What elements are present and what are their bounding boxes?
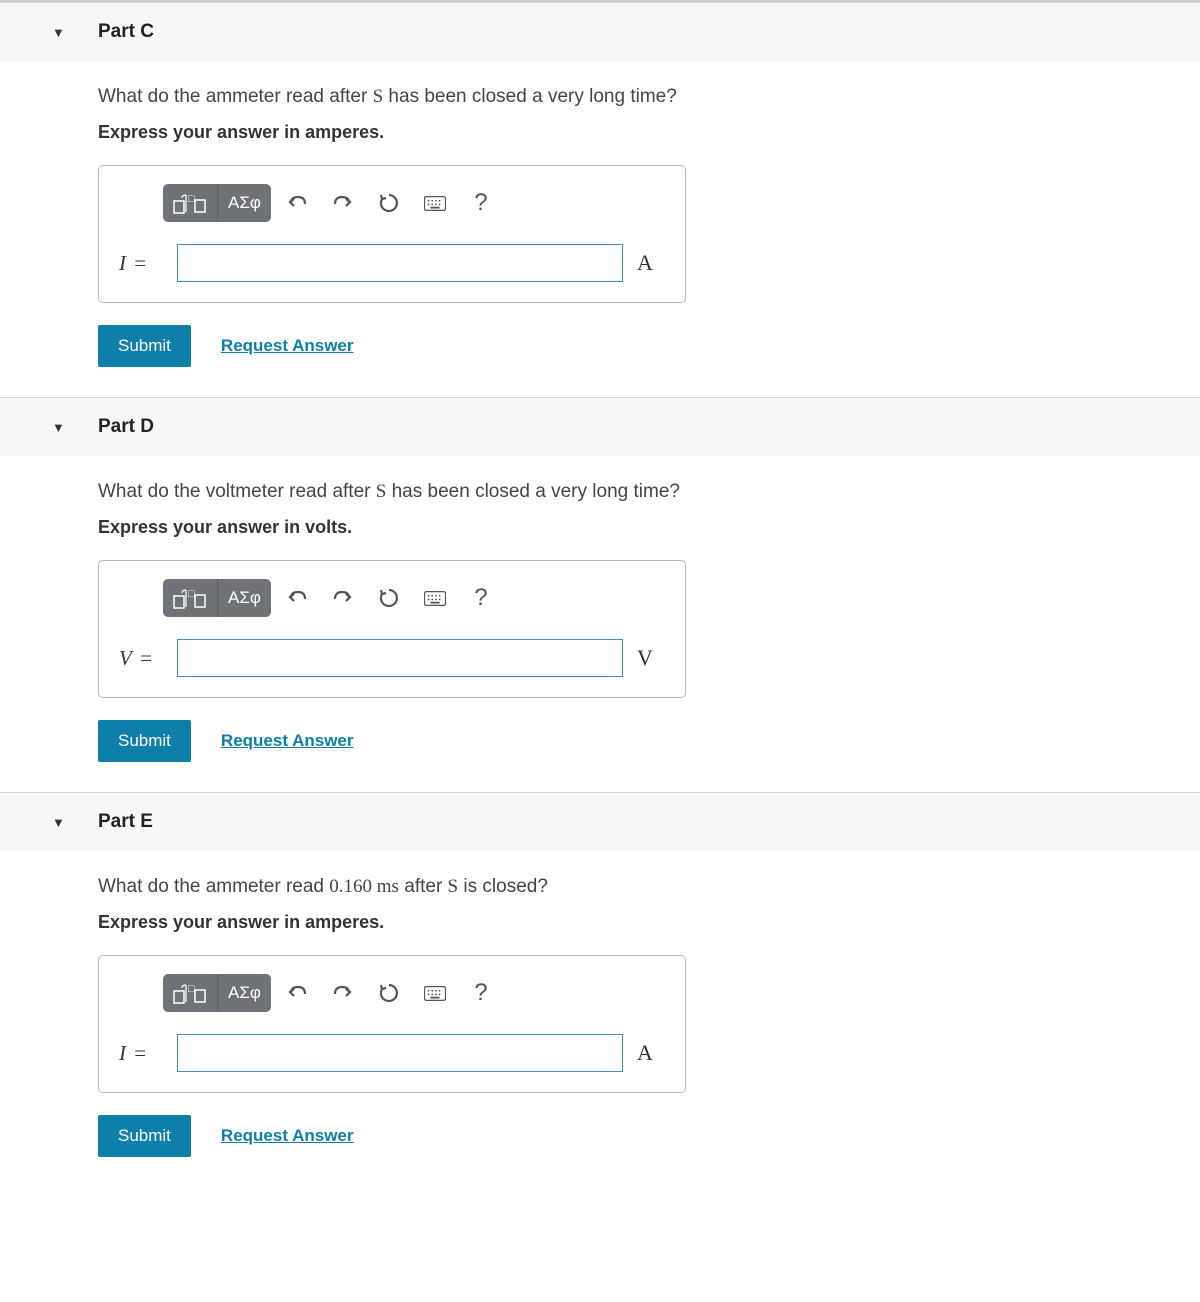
part-c-answer-input[interactable]: [177, 244, 623, 282]
undo-button[interactable]: [277, 579, 317, 617]
part-c-question: What do the ammeter read after S has bee…: [98, 86, 1170, 108]
part-c: ▼ Part C What do the ammeter read after …: [0, 2, 1200, 397]
part-e-instruction: Express your answer in amperes.: [98, 912, 1170, 933]
templates-button[interactable]: □: [163, 974, 217, 1012]
templates-button[interactable]: □: [163, 184, 217, 222]
part-d-header[interactable]: ▼ Part D: [0, 398, 1200, 456]
part-c-title: Part C: [98, 21, 154, 43]
part-d-title: Part D: [98, 416, 154, 438]
variable-label: I =: [119, 251, 163, 276]
keyboard-button[interactable]: [415, 184, 455, 222]
redo-button[interactable]: [323, 184, 363, 222]
part-c-answer-box: □ ΑΣφ ? I =: [98, 165, 686, 303]
help-button[interactable]: ?: [461, 579, 501, 617]
part-e: ▼ Part E What do the ammeter read 0.160 …: [0, 792, 1200, 1187]
part-e-answer-input[interactable]: [177, 1034, 623, 1072]
submit-button[interactable]: Submit: [98, 720, 191, 762]
equation-toolbar: □ ΑΣφ ?: [163, 579, 665, 617]
request-answer-link[interactable]: Request Answer: [221, 336, 354, 356]
unit-label: A: [637, 250, 665, 276]
symbols-button[interactable]: ΑΣφ: [217, 184, 271, 222]
part-e-header[interactable]: ▼ Part E: [0, 793, 1200, 851]
part-c-header[interactable]: ▼ Part C: [0, 3, 1200, 61]
part-d-question: What do the voltmeter read after S has b…: [98, 481, 1170, 503]
chevron-down-icon: ▼: [52, 25, 65, 40]
request-answer-link[interactable]: Request Answer: [221, 731, 354, 751]
keyboard-button[interactable]: [415, 974, 455, 1012]
svg-text:□: □: [188, 193, 195, 205]
part-d-instruction: Express your answer in volts.: [98, 517, 1170, 538]
unit-label: V: [637, 645, 665, 671]
help-button[interactable]: ?: [461, 974, 501, 1012]
submit-button[interactable]: Submit: [98, 325, 191, 367]
symbols-button[interactable]: ΑΣφ: [217, 974, 271, 1012]
undo-button[interactable]: [277, 184, 317, 222]
symbols-button[interactable]: ΑΣφ: [217, 579, 271, 617]
part-c-instruction: Express your answer in amperes.: [98, 122, 1170, 143]
reset-button[interactable]: [369, 579, 409, 617]
part-d: ▼ Part D What do the voltmeter read afte…: [0, 397, 1200, 792]
unit-label: A: [637, 1040, 665, 1066]
keyboard-button[interactable]: [415, 579, 455, 617]
chevron-down-icon: ▼: [52, 420, 65, 435]
part-d-answer-input[interactable]: [177, 639, 623, 677]
request-answer-link[interactable]: Request Answer: [221, 1126, 354, 1146]
variable-label: I =: [119, 1041, 163, 1066]
equation-toolbar: □ ΑΣφ ?: [163, 184, 665, 222]
svg-text:□: □: [188, 983, 195, 995]
submit-button[interactable]: Submit: [98, 1115, 191, 1157]
chevron-down-icon: ▼: [52, 815, 65, 830]
part-e-title: Part E: [98, 811, 153, 833]
redo-button[interactable]: [323, 579, 363, 617]
reset-button[interactable]: [369, 974, 409, 1012]
undo-button[interactable]: [277, 974, 317, 1012]
redo-button[interactable]: [323, 974, 363, 1012]
help-button[interactable]: ?: [461, 184, 501, 222]
svg-text:□: □: [188, 588, 195, 600]
templates-button[interactable]: □: [163, 579, 217, 617]
equation-toolbar: □ ΑΣφ ?: [163, 974, 665, 1012]
variable-label: V =: [119, 646, 163, 671]
part-e-answer-box: □ ΑΣφ ? I =: [98, 955, 686, 1093]
part-d-answer-box: □ ΑΣφ ? V =: [98, 560, 686, 698]
part-e-question: What do the ammeter read 0.160 ms after …: [98, 876, 1170, 898]
reset-button[interactable]: [369, 184, 409, 222]
